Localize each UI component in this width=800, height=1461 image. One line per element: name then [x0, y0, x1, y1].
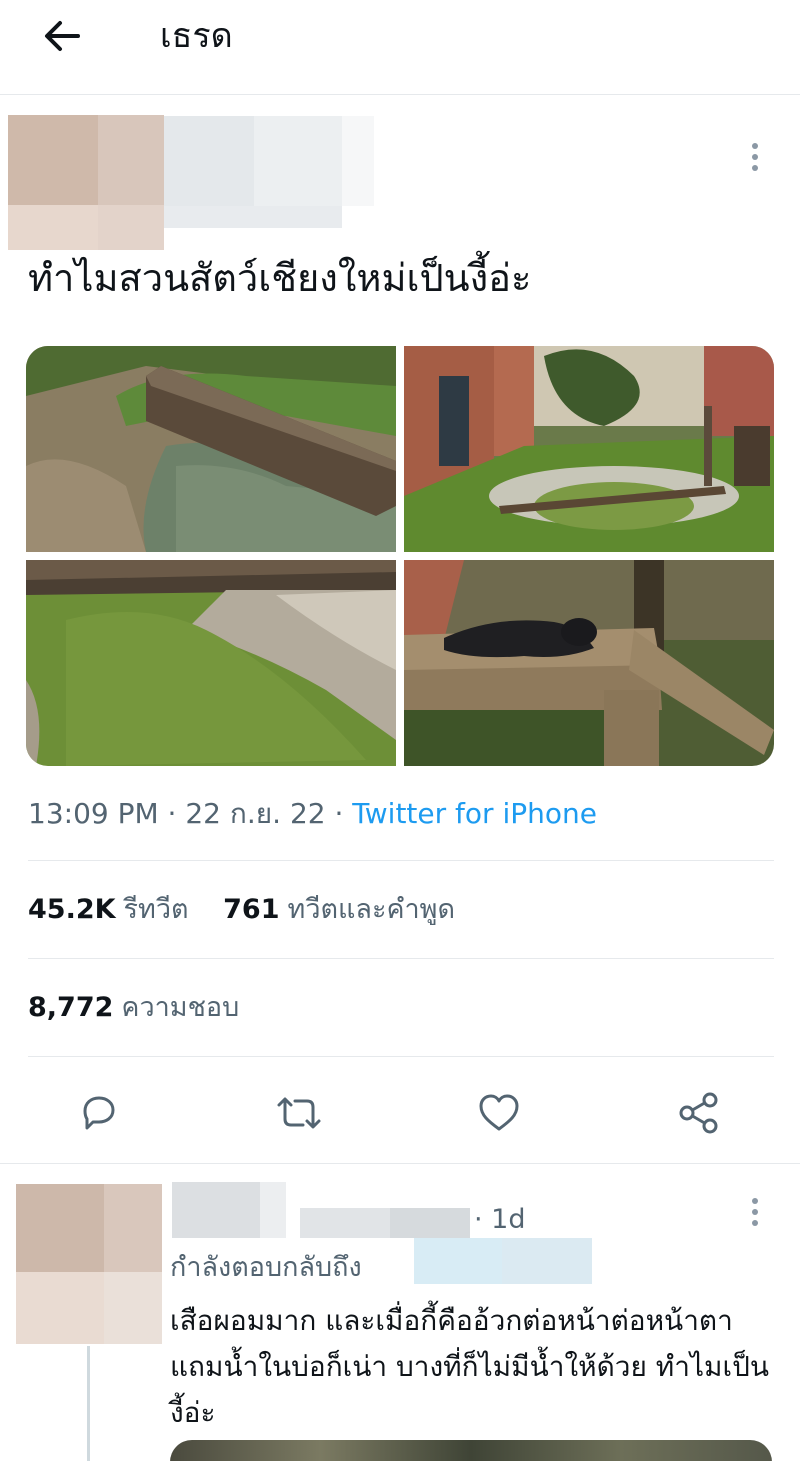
tweet-action-bar [0, 1082, 800, 1144]
like-icon [479, 1094, 519, 1131]
retweets-stat[interactable]: 45.2K รีทวีต [28, 894, 189, 925]
retweets-count: 45.2K [28, 894, 116, 925]
reply-photo[interactable] [170, 1440, 772, 1461]
top-bar: เธรด [0, 0, 800, 95]
replying-to-handle-redacted[interactable] [414, 1238, 592, 1284]
divider [28, 1056, 774, 1057]
likes-count: 8,772 [28, 992, 114, 1023]
divider [0, 1163, 800, 1164]
back-arrow-icon [45, 21, 80, 51]
tweet-date: 22 ก.ย. 22 [185, 797, 326, 830]
tweet-photo-1[interactable] [26, 346, 396, 552]
author-name-redacted [164, 116, 374, 228]
divider [28, 860, 774, 861]
reply-icon [83, 1096, 115, 1130]
tweet-text: ทำไมสวนสัตว์เชียงใหม่เป็นงี้อ่ะ [28, 256, 532, 300]
thread-connector [87, 1346, 90, 1461]
meta-separator: · [167, 797, 177, 830]
meta-separator: · [334, 797, 344, 830]
likes-label: ความชอบ [121, 992, 240, 1023]
retweet-icon [277, 1097, 321, 1129]
reply-author-redacted [172, 1182, 470, 1238]
tweet-photo-3[interactable] [26, 560, 396, 766]
quotes-label: ทวีตและคำพูด [287, 894, 456, 925]
tweet-media-grid [26, 346, 774, 766]
share-icon [679, 1092, 718, 1134]
retweet-button[interactable] [274, 1088, 324, 1138]
likes-stat[interactable]: 8,772 ความชอบ [28, 986, 239, 1030]
tweet-photo-4[interactable] [404, 560, 774, 766]
reply-more-options-icon[interactable] [745, 1192, 765, 1232]
more-options-icon[interactable] [745, 137, 765, 177]
like-button[interactable] [474, 1088, 524, 1138]
share-button[interactable] [674, 1088, 724, 1138]
replying-to-label: กำลังตอบกลับถึง [170, 1252, 362, 1283]
quotes-count: 761 [223, 894, 280, 925]
reply-button[interactable] [74, 1088, 124, 1138]
retweets-label: รีทวีต [123, 894, 189, 925]
tweet-source-link[interactable]: Twitter for iPhone [352, 797, 597, 830]
retweet-stats: 45.2K รีทวีต 761 ทวีตและคำพูด [28, 888, 455, 932]
reply-text: เสือผอมมาก และเมื่อกี้คืออ้วกต่อหน้าต่อห… [170, 1304, 769, 1429]
back-button[interactable] [38, 14, 86, 58]
tweet-time: 13:09 PM [28, 797, 159, 830]
page-title: เธรด [160, 16, 233, 56]
reply-avatar[interactable] [16, 1184, 162, 1344]
avatar[interactable] [8, 115, 164, 250]
tweet-meta: 13:09 PM · 22 ก.ย. 22 · Twitter for iPho… [28, 792, 597, 836]
tweet-photo-2[interactable] [404, 346, 774, 552]
quotes-stat[interactable]: 761 ทวีตและคำพูด [223, 894, 455, 925]
reply-timestamp: · 1d [474, 1204, 526, 1235]
divider [28, 958, 774, 959]
